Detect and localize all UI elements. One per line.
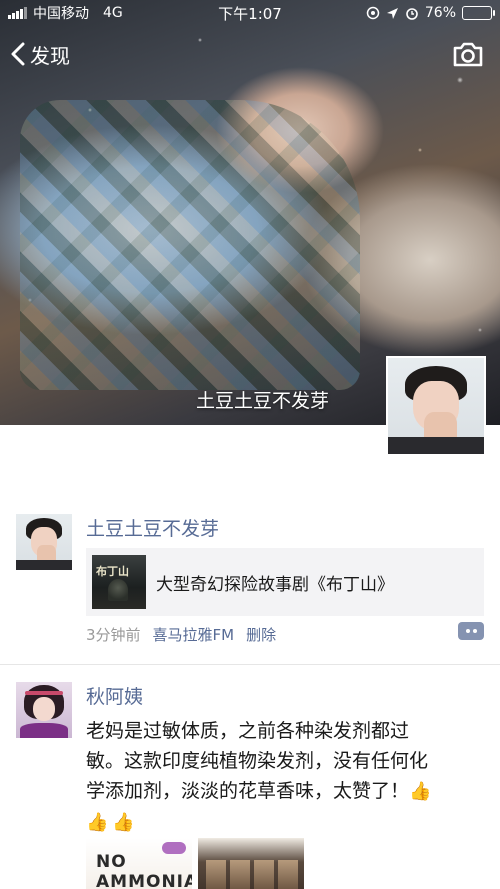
chevron-left-icon <box>11 42 25 66</box>
delete-link[interactable]: 删除 <box>246 624 276 645</box>
thumbnail-title: 布丁山 <box>96 565 129 578</box>
back-label: 发现 <box>30 43 70 68</box>
thumbs-up-icon: 👍 <box>112 812 135 833</box>
product-badge <box>162 842 186 854</box>
post-author-name[interactable]: 土豆土豆不发芽 <box>86 514 219 541</box>
status-left: 中国移动 4G <box>8 3 123 23</box>
post-source-link[interactable]: 喜马拉雅FM <box>153 624 235 645</box>
avatar <box>16 682 72 738</box>
dot-icon <box>472 629 477 633</box>
avatar <box>388 358 484 454</box>
shared-link-title: 大型奇幻探险故事剧《布丁山》 <box>156 574 394 595</box>
post-text-line: 敏。这款印度纯植物染发剂，没有任何化 <box>86 750 429 772</box>
post-avatar[interactable] <box>16 682 72 738</box>
product-brand-text: NO AMMONIA <box>96 852 192 889</box>
post-text-line3: 学添加剂，淡淡的花草香味，太赞了！ <box>86 780 410 802</box>
thumbs-up-icon: 👍 <box>86 812 109 833</box>
cover-photo-subject <box>20 100 360 390</box>
profile-name: 土豆土豆不发芽 <box>196 390 330 412</box>
shared-link-card[interactable]: 布丁山 大型奇幻探险故事剧《布丁山》 <box>86 548 484 616</box>
camera-icon[interactable] <box>452 40 484 68</box>
post-avatar[interactable] <box>16 514 72 570</box>
post-image[interactable]: NO AMMONIA <box>86 838 192 889</box>
battery-icon <box>462 6 495 20</box>
tree-graphic <box>108 579 128 601</box>
profile-avatar[interactable] <box>386 356 486 456</box>
post-text-line: 学添加剂，淡淡的花草香味，太赞了！👍 <box>86 776 486 807</box>
alarm-icon <box>406 8 418 20</box>
post-images: NO AMMONIA <box>86 838 304 889</box>
moment-post: 秋阿姨 老妈是过敏体质，之前各种染发剂都过 敏。这款印度纯植物染发剂，没有任何化… <box>0 676 500 889</box>
post-image[interactable] <box>198 838 304 889</box>
post-meta: 3分钟前 喜马拉雅FM 删除 <box>86 624 276 645</box>
post-text: 老妈是过敏体质，之前各种染发剂都过 敏。这款印度纯植物染发剂，没有任何化 学添加… <box>86 716 486 838</box>
back-button[interactable]: 发现 <box>0 40 70 69</box>
nav-bar: 发现 <box>0 30 500 78</box>
status-right: 76% <box>366 5 495 21</box>
location-arrow-icon <box>386 7 398 19</box>
post-text-emoji-line: 👍 👍 <box>86 807 486 838</box>
signal-icon <box>8 7 27 19</box>
moment-post: 土豆土豆不发芽 布丁山 大型奇幻探险故事剧《布丁山》 3分钟前 喜马拉雅FM 删… <box>0 510 500 660</box>
avatar <box>16 514 72 570</box>
post-divider <box>0 664 500 665</box>
post-author-name[interactable]: 秋阿姨 <box>86 682 143 709</box>
status-bar: 中国移动 4G 下午1:07 76% <box>0 0 500 26</box>
comment-more-button[interactable] <box>458 622 484 640</box>
post-time: 3分钟前 <box>86 626 141 644</box>
carrier-label: 中国移动 <box>33 6 89 22</box>
shared-link-thumbnail: 布丁山 <box>92 555 146 609</box>
battery-percent: 76% <box>424 5 456 21</box>
post-text-line: 老妈是过敏体质，之前各种染发剂都过 <box>86 720 410 742</box>
status-time: 下午1:07 <box>218 4 282 23</box>
network-label: 4G <box>103 5 123 21</box>
thumbs-up-icon: 👍 <box>409 781 432 802</box>
dot-icon <box>465 629 470 633</box>
location-lock-icon <box>366 6 380 20</box>
